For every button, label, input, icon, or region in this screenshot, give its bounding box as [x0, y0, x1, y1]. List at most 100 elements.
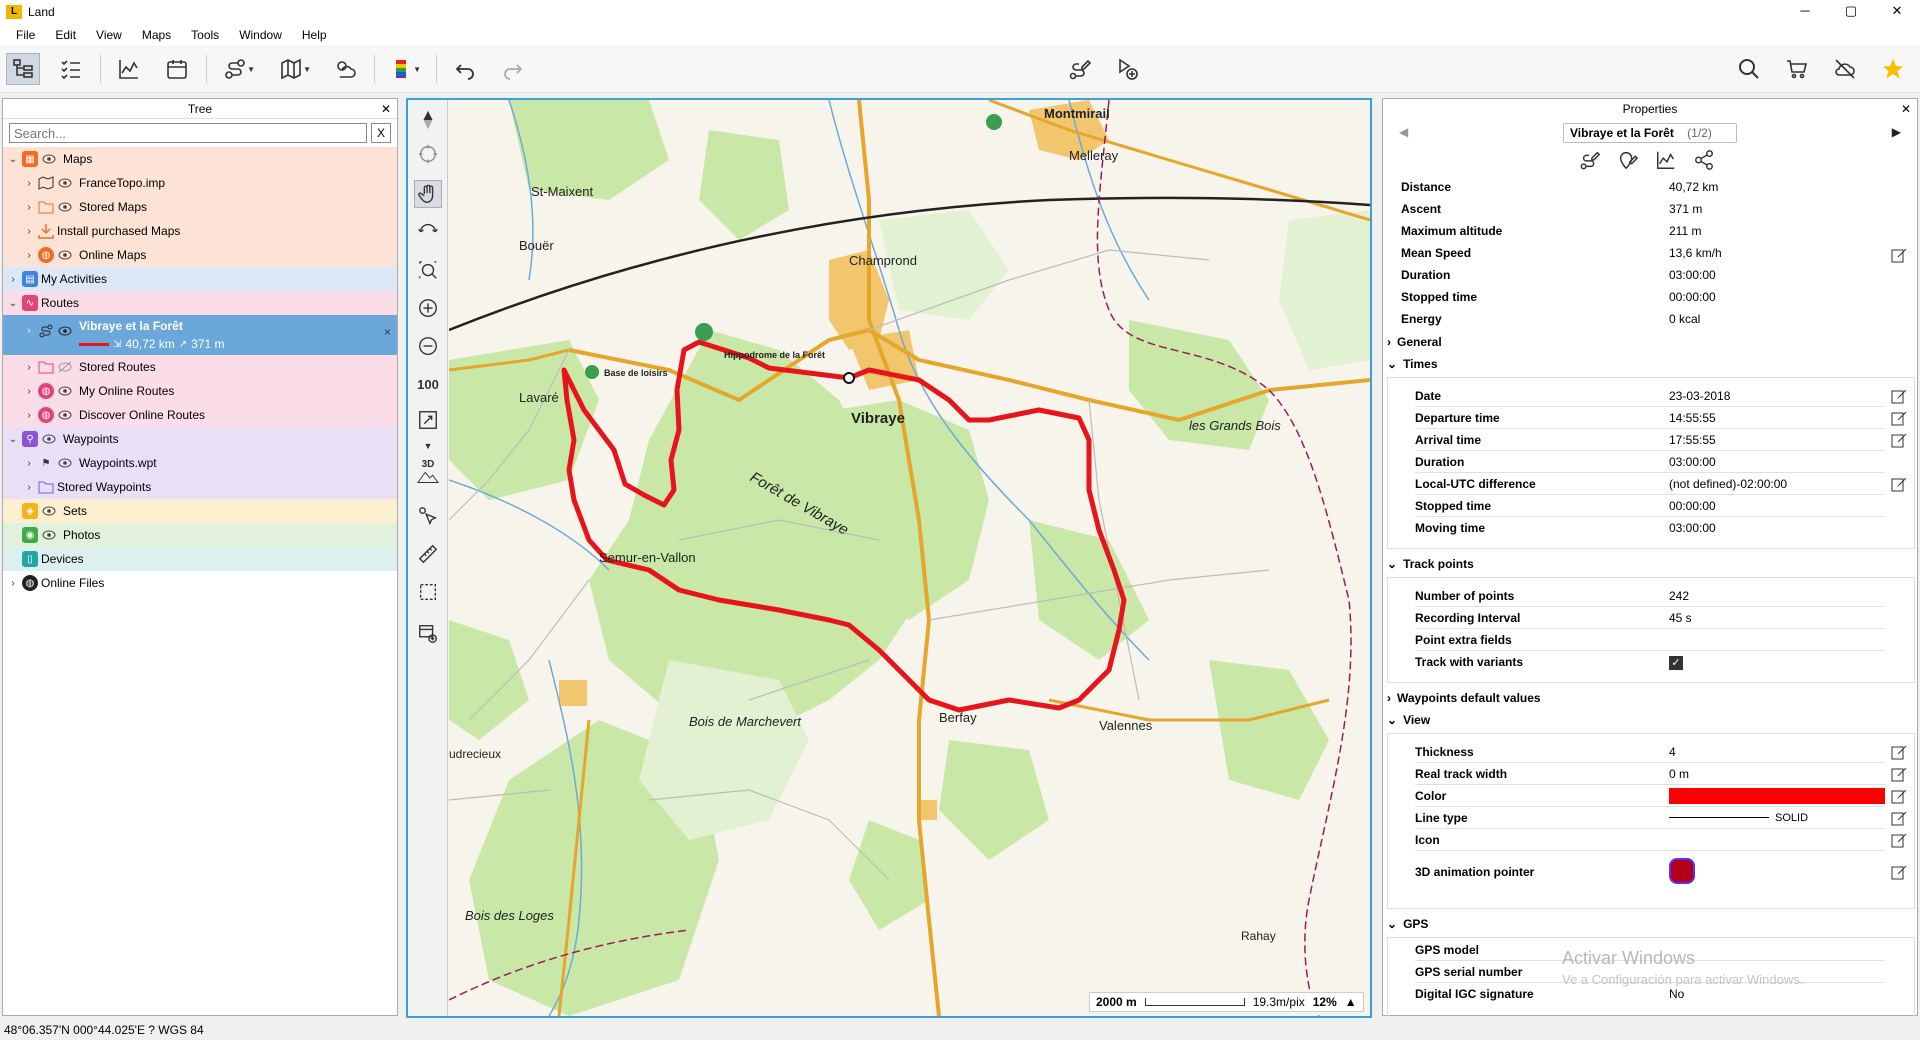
tree-item-stored-routes[interactable]: › Stored Routes [3, 355, 397, 379]
chevron-right-icon[interactable]: › [23, 226, 35, 237]
chevron-down-icon[interactable]: ⌄ [7, 154, 19, 165]
close-icon[interactable]: ✕ [1901, 99, 1911, 119]
edit-icon[interactable] [1891, 864, 1907, 880]
rotate-button[interactable] [414, 216, 442, 244]
start-marker[interactable] [843, 372, 855, 384]
chevron-down-icon[interactable]: ⌄ [7, 298, 19, 309]
edit-icon[interactable] [1891, 766, 1907, 782]
tree-item-francetopo[interactable]: › FranceTopo.imp [3, 171, 397, 195]
clear-search-button[interactable]: X [371, 123, 391, 143]
route-selector[interactable]: Vibraye et la Forêt (1/2) [1563, 123, 1737, 143]
edit-icon[interactable] [1891, 247, 1907, 263]
chevron-down-icon[interactable]: ⌄ [7, 434, 19, 445]
profile-chart-icon[interactable] [1655, 149, 1677, 171]
edit-icon[interactable] [1891, 410, 1907, 426]
chevron-right-icon[interactable]: › [7, 274, 19, 285]
chevron-right-icon[interactable]: › [23, 362, 35, 373]
menu-maps[interactable]: Maps [132, 28, 181, 42]
play-route-button[interactable] [1110, 53, 1144, 85]
redo-button[interactable] [496, 53, 530, 85]
eye-icon[interactable] [57, 176, 73, 190]
tree-item-my-activities[interactable]: › ▤ My Activities [3, 267, 397, 291]
fit-view-button[interactable] [414, 406, 442, 434]
sync-button[interactable] [1828, 53, 1862, 85]
checklist-button[interactable] [54, 53, 88, 85]
edit-icon[interactable] [1891, 788, 1907, 804]
route-tool-button[interactable]: ▼ [218, 53, 255, 85]
section-general[interactable]: › General [1387, 335, 1442, 349]
waypoint-edit-icon[interactable] [1617, 149, 1639, 171]
route-edit-icon[interactable] [1579, 149, 1601, 171]
tree-item-online-maps[interactable]: › ◍ Online Maps [3, 243, 397, 267]
chevron-right-icon[interactable]: › [23, 325, 35, 336]
tree-item-stored-maps[interactable]: › Stored Maps [3, 195, 397, 219]
tree-item-maps[interactable]: ⌄ ▦ Maps [3, 147, 397, 171]
edit-icon[interactable] [1891, 476, 1907, 492]
weather-button[interactable] [328, 53, 362, 85]
north-arrow-button[interactable] [414, 106, 442, 134]
calendar-button[interactable] [160, 53, 194, 85]
edit-icon[interactable] [1891, 832, 1907, 848]
3d-view-button[interactable]: 3D [414, 458, 442, 486]
search-button[interactable] [1732, 53, 1766, 85]
topographic-map[interactable]: Vibraye Lavaré Berfay Valennes Semur-en-… [448, 100, 1370, 1016]
eye-icon[interactable] [57, 456, 73, 470]
map-canvas[interactable]: Vibraye Lavaré Berfay Valennes Semur-en-… [448, 100, 1370, 1016]
eye-icon[interactable] [57, 200, 73, 214]
animation-pointer-icon[interactable] [1669, 857, 1695, 884]
favorites-button[interactable] [1876, 53, 1910, 85]
color-palette-button[interactable]: ▼ [384, 53, 421, 85]
zoom-in-button[interactable] [414, 294, 442, 322]
edit-icon[interactable] [1891, 388, 1907, 404]
chevron-right-icon[interactable]: › [23, 202, 35, 213]
tree-search-input[interactable] [9, 123, 367, 143]
eye-icon[interactable] [57, 408, 73, 422]
menu-file[interactable]: File [6, 28, 45, 42]
chevron-right-icon[interactable]: › [23, 250, 35, 261]
share-icon[interactable] [1693, 149, 1715, 171]
eye-icon[interactable] [41, 432, 57, 446]
eye-icon[interactable] [57, 384, 73, 398]
maximize-button[interactable]: ▢ [1828, 0, 1874, 24]
tree-item-discover-routes[interactable]: › ◍ Discover Online Routes [3, 403, 397, 427]
select-tool-button[interactable] [414, 502, 442, 530]
tree-item-routes[interactable]: ⌄ ∿ Routes [3, 291, 397, 315]
section-waypoint-defaults[interactable]: › Waypoints default values [1387, 691, 1541, 705]
tree-item-sets[interactable]: ◈ Sets [3, 499, 397, 523]
zoom-100-button[interactable]: 100 [414, 370, 442, 398]
section-view[interactable]: ⌄ View [1387, 713, 1430, 727]
area-select-button[interactable] [414, 578, 442, 606]
close-window-button[interactable]: ✕ [1874, 0, 1920, 24]
close-icon[interactable]: × [384, 325, 391, 339]
zoom-window-button[interactable] [414, 256, 442, 284]
eye-off-icon[interactable] [57, 360, 73, 374]
measure-button[interactable] [414, 540, 442, 568]
map-tool-button[interactable]: ▼ [274, 53, 311, 85]
eye-icon[interactable] [41, 152, 57, 166]
add-item-button[interactable] [414, 620, 442, 648]
undo-button[interactable] [448, 53, 482, 85]
profile-chart-button[interactable] [112, 53, 146, 85]
close-icon[interactable]: ✕ [381, 99, 391, 119]
menu-edit[interactable]: Edit [45, 28, 86, 42]
section-times[interactable]: ⌄ Times [1387, 357, 1438, 371]
tree-item-vibraye-route[interactable]: › Vibraye et la Forêt ⇲ 40,72 km ↗ 371 m… [3, 315, 397, 355]
gps-center-button[interactable] [414, 140, 442, 168]
chevron-right-icon[interactable]: › [23, 410, 35, 421]
store-button[interactable] [1780, 53, 1814, 85]
section-track-points[interactable]: ⌄ Track points [1387, 557, 1474, 571]
chevron-right-icon[interactable]: › [7, 578, 19, 589]
tree-item-my-online-routes[interactable]: › ◍ My Online Routes [3, 379, 397, 403]
eye-icon[interactable] [57, 248, 73, 262]
map-view[interactable]: 100 ▼ 3D Vibraye Lavaré Berfay Valennes … [406, 98, 1372, 1018]
pan-tool-button[interactable] [414, 180, 442, 208]
minimize-button[interactable]: ─ [1782, 0, 1828, 24]
color-swatch[interactable] [1669, 787, 1885, 804]
eye-icon[interactable] [41, 504, 57, 518]
tree-item-devices[interactable]: ▯ Devices [3, 547, 397, 571]
zoom-out-button[interactable] [414, 332, 442, 360]
chevron-right-icon[interactable]: › [23, 482, 35, 493]
zoom-up-icon[interactable]: ▲ [1345, 995, 1357, 1009]
edit-icon[interactable] [1891, 432, 1907, 448]
dropdown-arrow-icon[interactable]: ▼ [414, 432, 442, 460]
